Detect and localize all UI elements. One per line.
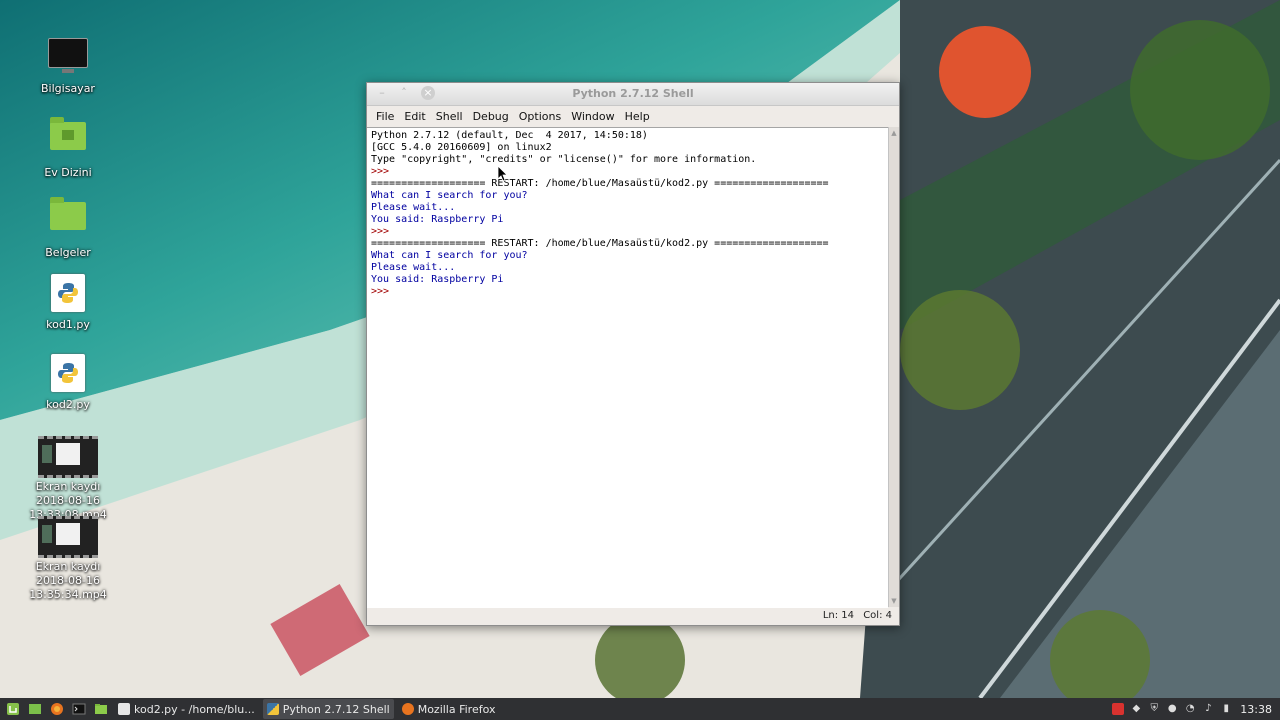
menu-debug[interactable]: Debug xyxy=(468,110,514,123)
desktop-icon-label: kod1.py xyxy=(46,318,90,331)
home-folder-icon xyxy=(50,117,86,150)
desktop-icon-label: kod2.py xyxy=(46,398,90,411)
desktop-icon-documents[interactable]: Belgeler xyxy=(23,194,113,260)
desktop-icon-label: Bilgisayar xyxy=(41,82,95,95)
clock[interactable]: 13:38 xyxy=(1240,703,1272,716)
shell-restart-line: =================== RESTART: /home/blue/… xyxy=(371,178,829,189)
status-bar: Ln: 14 Col: 4 xyxy=(367,608,898,624)
shell-output: Please wait... xyxy=(371,262,456,273)
window-titlebar[interactable]: – ˄ × Python 2.7.12 Shell xyxy=(367,83,899,106)
firefox-icon xyxy=(401,703,414,715)
terminal-launcher[interactable] xyxy=(70,700,88,718)
show-desktop-icon xyxy=(29,704,41,714)
desktop-icon-video-2[interactable]: Ekran kaydı 2018-08-16 13:35:34.mp4 xyxy=(23,514,113,602)
task-label: kod2.py - /home/blu... xyxy=(134,702,255,716)
shell-line: Python 2.7.12 (default, Dec 4 2017, 14:5… xyxy=(371,130,648,141)
menu-options[interactable]: Options xyxy=(514,110,566,123)
computer-icon xyxy=(48,38,88,73)
window-title: Python 2.7.12 Shell xyxy=(572,87,694,100)
shell-line: Type "copyright", "credits" or "license(… xyxy=(371,154,757,165)
folder-icon xyxy=(95,704,107,714)
terminal-icon xyxy=(72,703,86,715)
desktop-icon-home[interactable]: Ev Dizini xyxy=(23,114,113,180)
document-icon xyxy=(118,703,130,715)
task-kod2-editor[interactable]: kod2.py - /home/blu... xyxy=(114,699,259,719)
status-col: Col: 4 xyxy=(863,610,892,621)
task-python-shell[interactable]: Python 2.7.12 Shell xyxy=(262,699,394,719)
update-shield-icon[interactable]: ⛨ xyxy=(1148,703,1160,715)
mouse-cursor-icon xyxy=(498,166,508,182)
menu-file[interactable]: File xyxy=(371,110,399,123)
shell-prompt: >>> xyxy=(371,226,396,237)
desktop-icon-video-1[interactable]: Ekran kaydı 2018-08-16 13:33:08.mp4 xyxy=(23,434,113,522)
desktop-icon-label: Ekran kaydı 2018-08-16 13:35:34.mp4 xyxy=(29,560,107,601)
python-file-icon xyxy=(51,354,85,392)
files-launcher[interactable] xyxy=(92,700,110,718)
shell-restart-line: =================== RESTART: /home/blue/… xyxy=(371,238,829,249)
menu-edit[interactable]: Edit xyxy=(399,110,430,123)
python-icon xyxy=(266,703,279,715)
video-file-icon xyxy=(38,436,98,478)
desktop-icon-kod1[interactable]: kod1.py xyxy=(23,274,113,332)
shell-prompt: >>> xyxy=(371,286,396,297)
desktop-icon-label: Ev Dizini xyxy=(44,166,92,179)
status-line: Ln: 14 xyxy=(822,610,855,621)
desktop-icon-kod2[interactable]: kod2.py xyxy=(23,354,113,412)
task-label: Mozilla Firefox xyxy=(417,702,496,716)
task-firefox[interactable]: Mozilla Firefox xyxy=(398,699,500,719)
battery-icon[interactable]: ▮ xyxy=(1220,703,1232,715)
menu-shell[interactable]: Shell xyxy=(431,110,468,123)
menu-bar: File Edit Shell Debug Options Window Hel… xyxy=(367,106,899,126)
shell-output: What can I search for you? xyxy=(371,250,528,261)
shell-output: Please wait... xyxy=(371,202,456,213)
python-file-icon xyxy=(51,274,85,312)
shell-prompt: >>> xyxy=(371,166,396,177)
system-tray: ◆ ⛨ ● ◔ ♪ ▮ 13:38 xyxy=(1106,698,1272,720)
shell-output: You said: Raspberry Pi xyxy=(371,274,504,285)
network-wifi-icon[interactable]: ◔ xyxy=(1184,703,1196,715)
volume-icon[interactable]: ♪ xyxy=(1202,703,1214,715)
desktop-icon-computer[interactable]: Bilgisayar xyxy=(23,34,113,96)
mint-logo-icon xyxy=(7,703,19,715)
desktop-icon-label: Belgeler xyxy=(45,246,91,259)
firefox-launcher[interactable] xyxy=(48,700,66,718)
taskbar: kod2.py - /home/blu... Python 2.7.12 She… xyxy=(0,698,1280,720)
dropbox-icon[interactable]: ◆ xyxy=(1130,703,1142,715)
menu-window[interactable]: Window xyxy=(566,110,619,123)
shell-line: [GCC 5.4.0 20160609] on linux2 xyxy=(371,142,552,153)
user-icon[interactable]: ● xyxy=(1166,703,1178,715)
firefox-icon xyxy=(51,703,63,715)
menu-help[interactable]: Help xyxy=(620,110,655,123)
shell-text-area[interactable]: Python 2.7.12 (default, Dec 4 2017, 14:5… xyxy=(367,127,888,608)
scroll-up-icon[interactable]: ▲ xyxy=(890,129,898,137)
python-shell-window[interactable]: – ˄ × Python 2.7.12 Shell File Edit Shel… xyxy=(366,82,900,626)
scroll-down-icon[interactable]: ▼ xyxy=(890,597,898,605)
screen-recorder-icon[interactable] xyxy=(1112,703,1125,715)
shell-output: You said: Raspberry Pi xyxy=(371,214,504,225)
vertical-scrollbar[interactable]: ▲ ▼ xyxy=(888,127,899,607)
show-desktop-button[interactable] xyxy=(26,700,44,718)
video-file-icon xyxy=(38,516,98,558)
task-label: Python 2.7.12 Shell xyxy=(282,702,390,716)
start-menu-button[interactable] xyxy=(4,700,22,718)
folder-icon xyxy=(50,197,86,230)
shell-output: What can I search for you? xyxy=(371,190,528,201)
